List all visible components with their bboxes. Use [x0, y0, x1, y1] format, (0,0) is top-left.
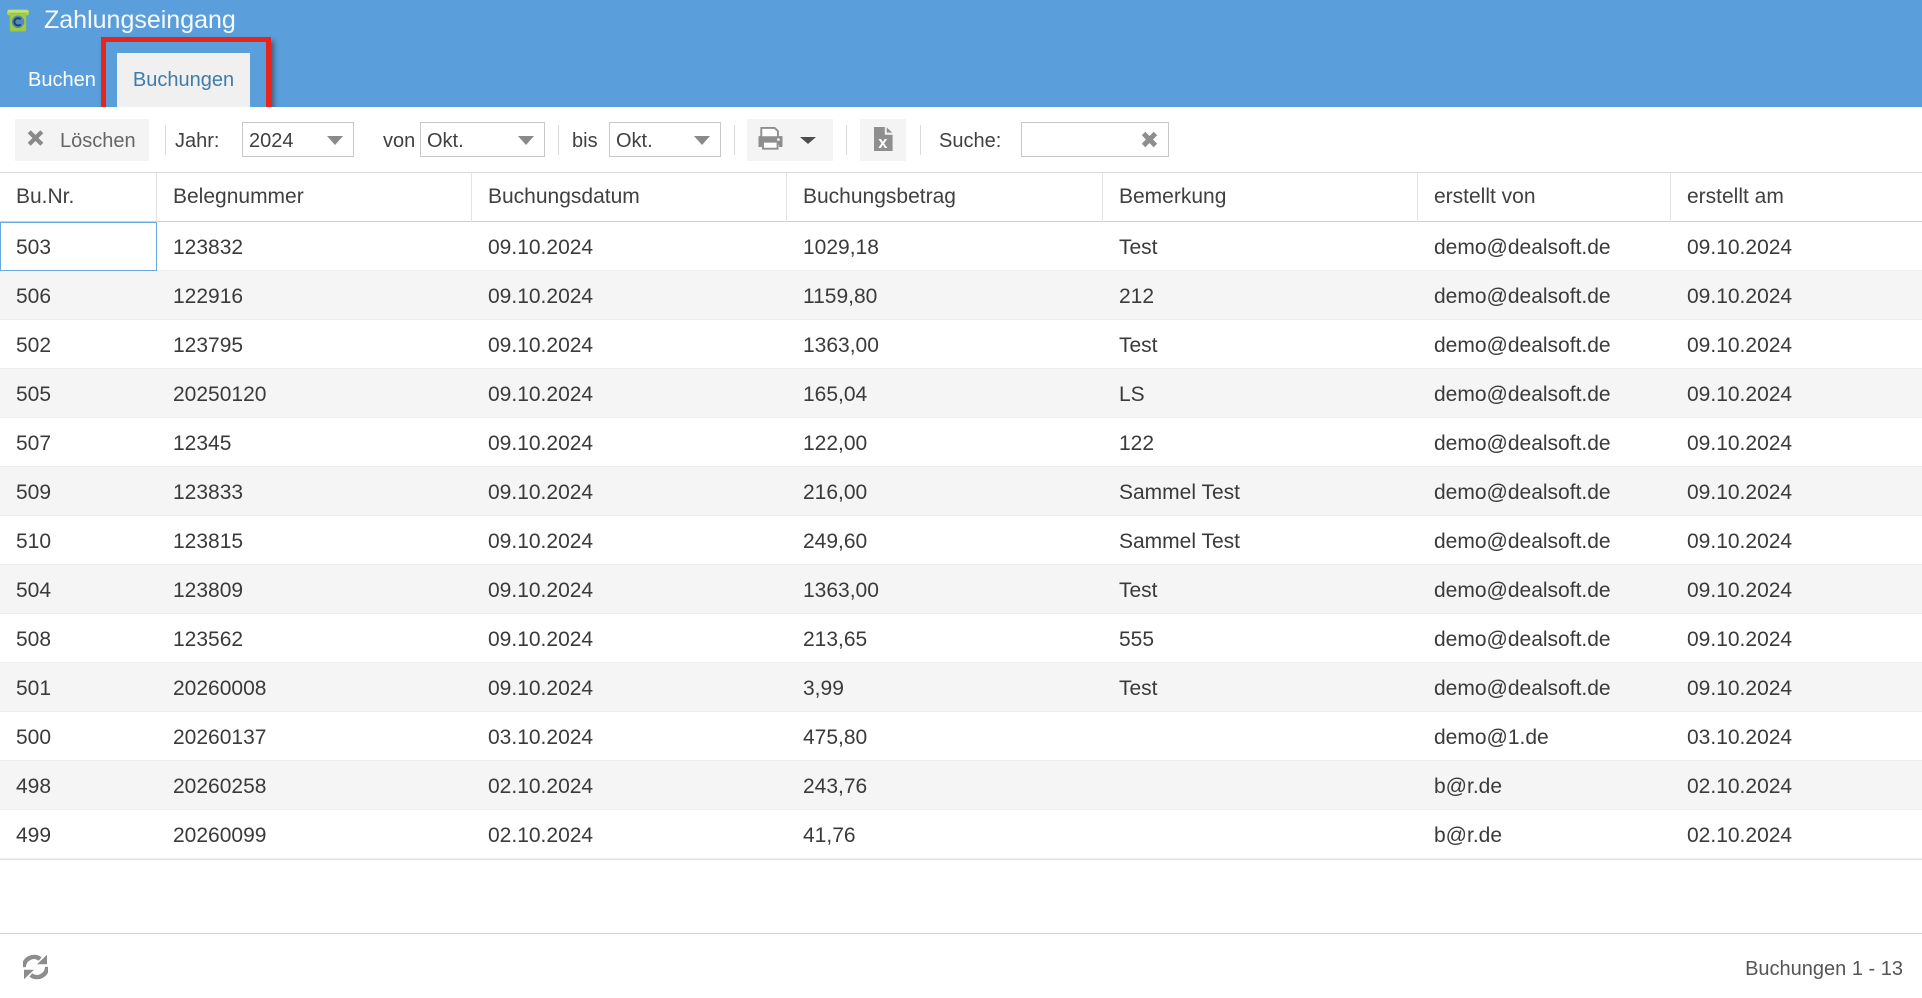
svg-text:x: x [878, 134, 888, 151]
